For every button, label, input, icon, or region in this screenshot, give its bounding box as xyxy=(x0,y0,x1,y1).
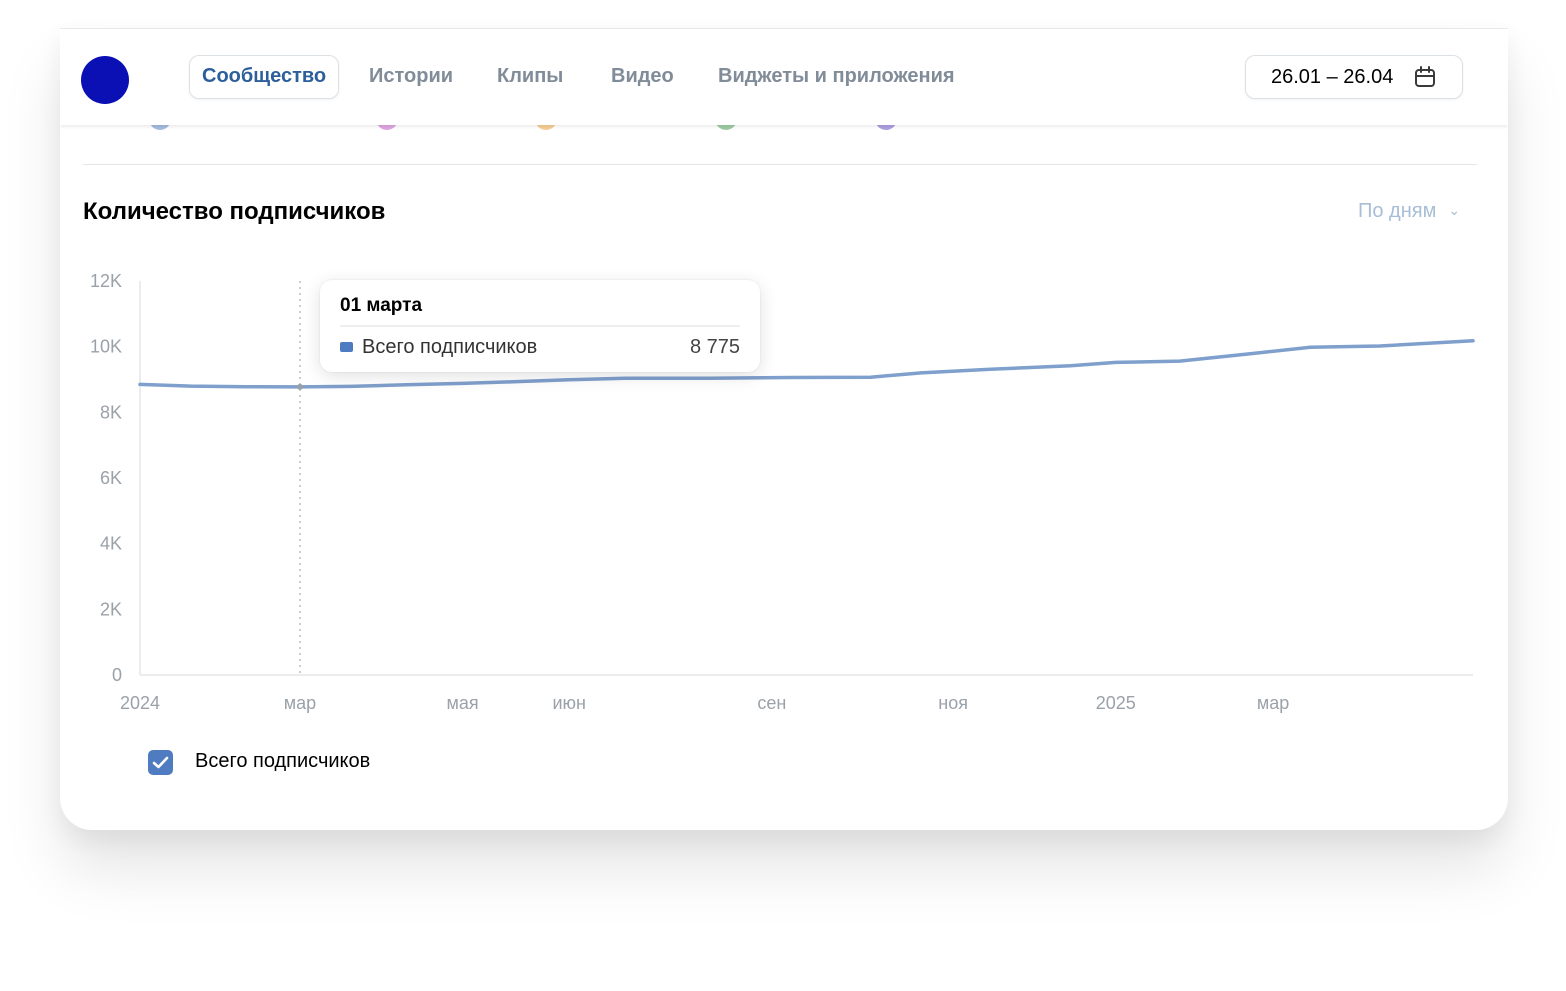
data-point xyxy=(1069,364,1072,367)
legend-checkbox[interactable] xyxy=(148,750,173,775)
x-tick-label: мар xyxy=(284,693,316,713)
tab-clips[interactable]: Клипы xyxy=(497,55,563,97)
data-point xyxy=(138,383,142,386)
data-point xyxy=(1309,346,1312,349)
data-point xyxy=(349,385,352,388)
data-point xyxy=(624,376,627,380)
y-tick-label: 2K xyxy=(100,599,122,619)
tab-widgets-apps[interactable]: Виджеты и приложения xyxy=(718,55,955,97)
y-tick-label: 0 xyxy=(112,665,122,685)
tab-video[interactable]: Видео xyxy=(611,55,674,97)
subscribers-chart: 0 2K 4K 6K 8K 10K 12K 2024 мар мая июн сен ноя 2025 ма… xyxy=(90,271,1475,713)
tooltip-series-name: Всего подписчиков xyxy=(362,336,538,358)
data-point xyxy=(245,385,248,388)
tab-community[interactable]: Сообщество xyxy=(189,55,340,99)
data-point xyxy=(189,384,192,388)
x-tick-label: сен xyxy=(757,693,786,713)
chart-tooltip: 01 марта Всего подписчиков 8 775 xyxy=(320,280,760,372)
x-tick-label: мар xyxy=(1257,693,1289,713)
x-tick-label: 2025 xyxy=(1096,693,1136,713)
data-point xyxy=(1178,359,1181,363)
y-tick-label: 10K xyxy=(90,337,122,357)
tooltip-series-swatch xyxy=(340,342,353,352)
data-point xyxy=(405,383,408,386)
tooltip-date: 01 марта xyxy=(340,295,423,316)
data-point xyxy=(1114,361,1117,364)
data-point xyxy=(461,382,464,385)
data-point xyxy=(706,376,710,380)
tooltip-value: 8 775 xyxy=(689,336,740,358)
top-nav: Сообщество Истории Клипы Видео Виджеты и… xyxy=(60,29,1508,125)
y-tick-label: 4K xyxy=(100,534,122,554)
data-point xyxy=(1471,339,1475,342)
x-tick-label: 2024 xyxy=(120,693,160,713)
y-tick-label: 12K xyxy=(90,271,122,291)
page: Сообщество Истории Клипы Видео Виджеты и… xyxy=(0,0,1566,991)
stats-card: Сообщество Истории Клипы Видео Виджеты и… xyxy=(60,28,1508,830)
checkmark-icon xyxy=(152,756,169,769)
data-point xyxy=(512,380,515,383)
y-tick-label: 6K xyxy=(100,468,122,488)
date-range-button[interactable]: 26.01 – 26.04 xyxy=(1245,55,1463,99)
data-point xyxy=(989,368,992,371)
data-point xyxy=(1247,352,1251,356)
data-point xyxy=(789,376,792,379)
community-avatar[interactable] xyxy=(81,56,129,104)
date-range-label: 26.01 – 26.04 xyxy=(1271,66,1394,88)
data-point xyxy=(919,371,923,375)
data-point xyxy=(869,376,872,379)
x-tick-label: июн xyxy=(552,693,586,713)
highlight-point xyxy=(296,383,303,390)
tab-stories[interactable]: Истории xyxy=(369,55,453,97)
data-point xyxy=(568,378,571,382)
x-tick-label: ноя xyxy=(938,693,968,713)
tooltip-divider xyxy=(340,325,740,327)
data-point xyxy=(1378,344,1381,348)
calendar-icon xyxy=(1415,66,1435,87)
legend-label: Всего подписчиков xyxy=(195,750,371,772)
x-tick-label: мая xyxy=(447,693,479,713)
y-tick-label: 8K xyxy=(100,402,122,422)
